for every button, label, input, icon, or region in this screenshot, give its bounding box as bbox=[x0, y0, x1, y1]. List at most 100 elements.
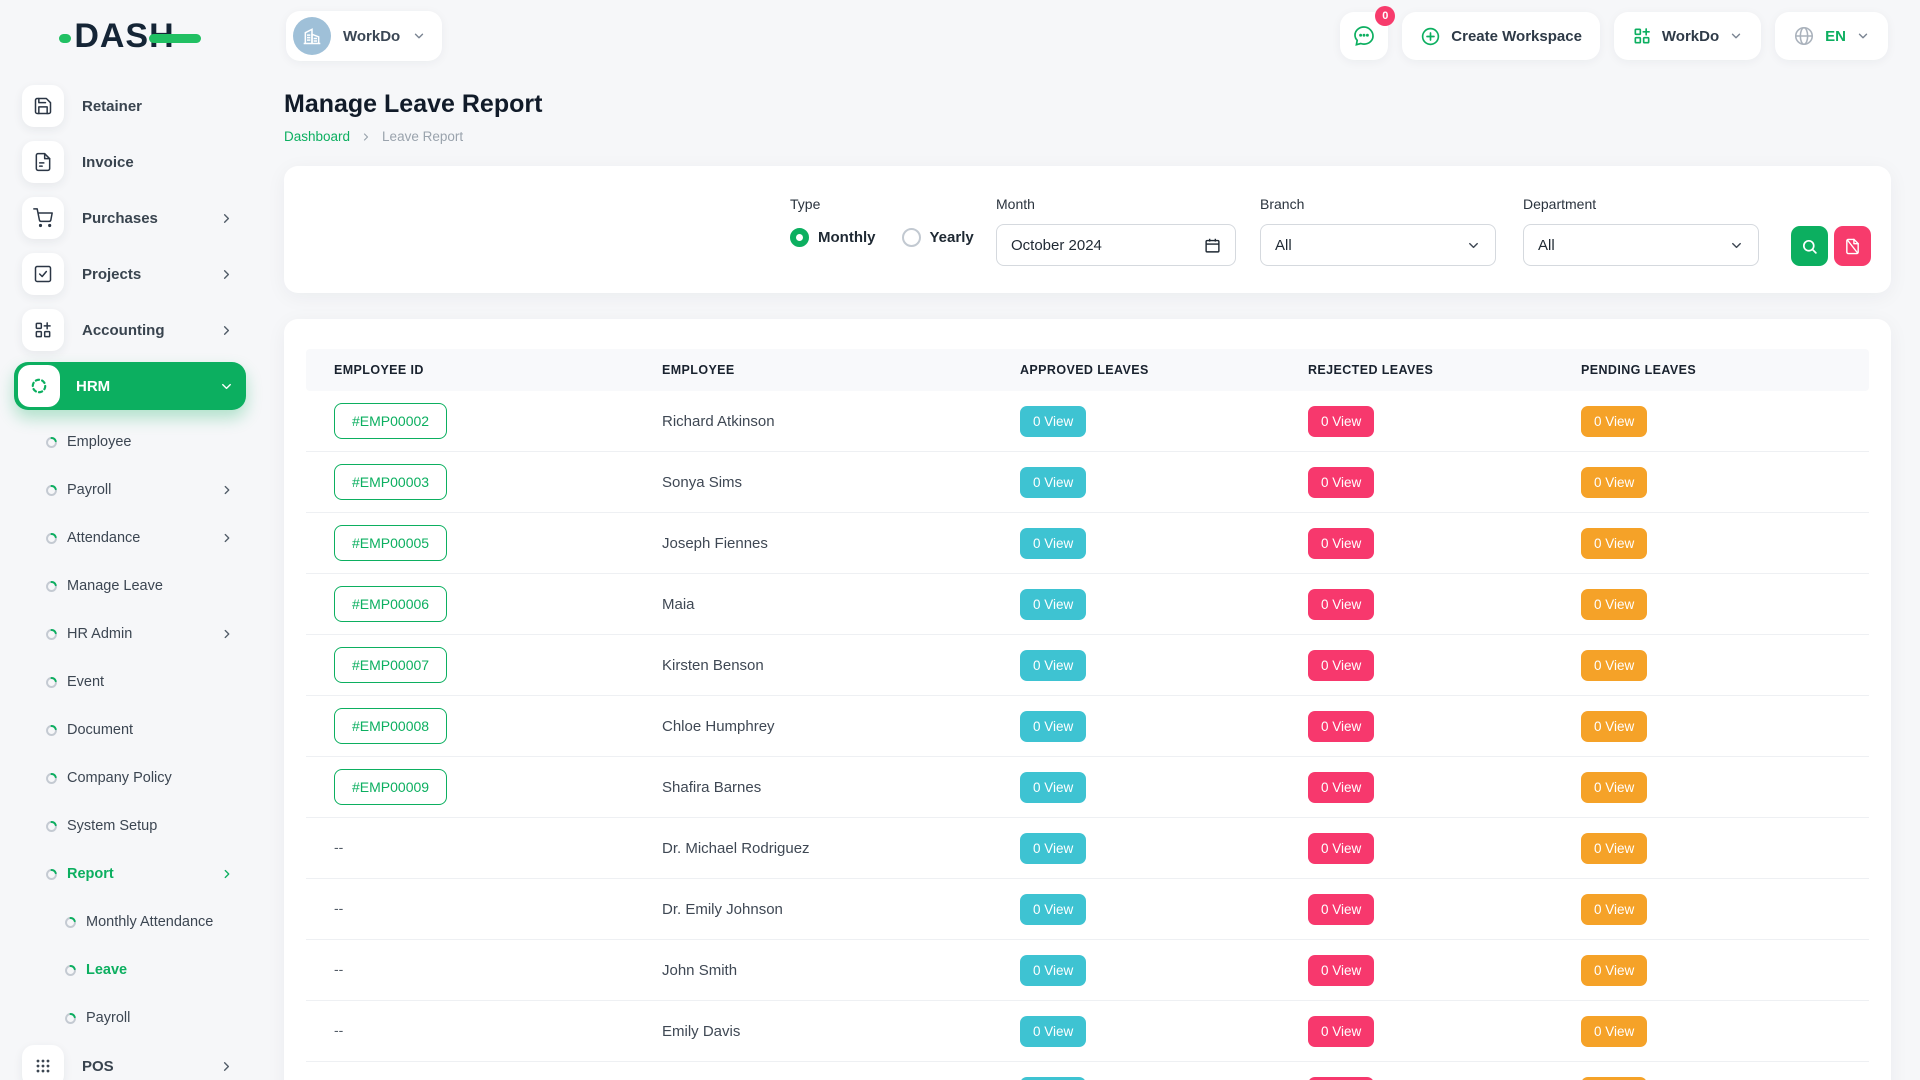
approved-leaves-badge[interactable]: 0 View bbox=[1020, 894, 1086, 925]
rejected-leaves-badge[interactable]: 0 View bbox=[1308, 711, 1374, 742]
sidebar-item-projects[interactable]: Projects bbox=[14, 250, 246, 298]
sidebar-subitem-leave[interactable]: Leave bbox=[0, 946, 260, 994]
employee-id-badge[interactable]: #EMP00006 bbox=[334, 586, 447, 622]
rejected-leaves-badge[interactable]: 0 View bbox=[1308, 1077, 1374, 1080]
employee-id-badge: -- bbox=[334, 839, 343, 855]
pending-leaves-badge[interactable]: 0 View bbox=[1581, 406, 1647, 437]
sidebar-subitem-manage-leave[interactable]: Manage Leave bbox=[0, 562, 260, 610]
create-workspace-label: Create Workspace bbox=[1451, 28, 1582, 45]
dash-logo[interactable]: DASH bbox=[0, 19, 260, 53]
approved-leaves-badge[interactable]: 0 View bbox=[1020, 650, 1086, 681]
approved-leaves-badge[interactable]: 0 View bbox=[1020, 772, 1086, 803]
employee-id-badge[interactable]: #EMP00005 bbox=[334, 525, 447, 561]
reset-button[interactable] bbox=[1834, 226, 1871, 266]
employee-id-badge: -- bbox=[334, 961, 343, 977]
rejected-leaves-badge[interactable]: 0 View bbox=[1308, 406, 1374, 437]
employee-name: Kirsten Benson bbox=[662, 657, 1020, 674]
employee-name: Maia bbox=[662, 596, 1020, 613]
rejected-leaves-badge[interactable]: 0 View bbox=[1308, 1016, 1374, 1047]
hrm-submenu: Employee Payroll Attendance Manage Leave… bbox=[0, 418, 260, 1042]
employee-id-badge[interactable]: #EMP00009 bbox=[334, 769, 447, 805]
approved-leaves-badge[interactable]: 0 View bbox=[1020, 1077, 1086, 1080]
workspace-selector[interactable]: WorkDo bbox=[286, 11, 442, 61]
sidebar-subitem-event[interactable]: Event bbox=[0, 658, 260, 706]
radio-yearly[interactable]: Yearly bbox=[902, 228, 974, 247]
table-row: #EMP00002 Richard Atkinson 0 View 0 View… bbox=[306, 391, 1869, 452]
pending-leaves-badge[interactable]: 0 View bbox=[1581, 1077, 1647, 1080]
department-label: Department bbox=[1523, 196, 1596, 212]
sidebar-subitem-hr-admin[interactable]: HR Admin bbox=[0, 610, 260, 658]
pending-leaves-badge[interactable]: 0 View bbox=[1581, 650, 1647, 681]
branch-label: Branch bbox=[1260, 196, 1304, 212]
approved-leaves-badge[interactable]: 0 View bbox=[1020, 833, 1086, 864]
rejected-leaves-badge[interactable]: 0 View bbox=[1308, 772, 1374, 803]
sidebar-item-accounting[interactable]: Accounting bbox=[14, 306, 246, 354]
rejected-leaves-badge[interactable]: 0 View bbox=[1308, 528, 1374, 559]
filter-card: Type Monthly Yearly Month October 2024 bbox=[284, 166, 1891, 293]
messages-button[interactable]: 0 bbox=[1340, 12, 1388, 60]
table-row: #EMP00005 Joseph Fiennes 0 View 0 View 0… bbox=[306, 513, 1869, 574]
sidebar-subitem-payroll[interactable]: Payroll bbox=[0, 466, 260, 514]
department-select[interactable]: All bbox=[1523, 224, 1759, 266]
bullet-icon bbox=[45, 868, 58, 881]
language-selector[interactable]: EN bbox=[1775, 12, 1888, 60]
approved-leaves-badge[interactable]: 0 View bbox=[1020, 1016, 1086, 1047]
rejected-leaves-badge[interactable]: 0 View bbox=[1308, 650, 1374, 681]
sidebar-subitem-company-policy[interactable]: Company Policy bbox=[0, 754, 260, 802]
table-row: -- Dr. Emily Johnson 0 View 0 View 0 Vie… bbox=[306, 879, 1869, 940]
sidebar-subitem-system-setup[interactable]: System Setup bbox=[0, 802, 260, 850]
pending-leaves-badge[interactable]: 0 View bbox=[1581, 589, 1647, 620]
sidebar-item-pos[interactable]: POS bbox=[14, 1042, 246, 1080]
rejected-leaves-badge[interactable]: 0 View bbox=[1308, 955, 1374, 986]
grid-plus-icon bbox=[22, 309, 64, 351]
sidebar-subitem-attendance[interactable]: Attendance bbox=[0, 514, 260, 562]
sidebar-subitem-employee[interactable]: Employee bbox=[0, 418, 260, 466]
search-icon bbox=[1801, 238, 1818, 255]
sidebar-subitem-report-payroll[interactable]: Payroll bbox=[0, 994, 260, 1042]
approved-leaves-badge[interactable]: 0 View bbox=[1020, 467, 1086, 498]
radio-monthly[interactable]: Monthly bbox=[790, 228, 876, 247]
main-content: Manage Leave Report Dashboard Leave Repo… bbox=[284, 72, 1891, 1080]
pending-leaves-badge[interactable]: 0 View bbox=[1581, 467, 1647, 498]
rejected-leaves-badge[interactable]: 0 View bbox=[1308, 833, 1374, 864]
rejected-leaves-badge[interactable]: 0 View bbox=[1308, 467, 1374, 498]
search-button[interactable] bbox=[1791, 226, 1828, 266]
sidebar-item-invoice[interactable]: Invoice bbox=[14, 138, 246, 186]
sidebar-item-hrm[interactable]: HRM bbox=[14, 362, 246, 410]
calendar-icon[interactable] bbox=[1204, 237, 1221, 254]
approved-leaves-badge[interactable]: 0 View bbox=[1020, 528, 1086, 559]
pending-leaves-badge[interactable]: 0 View bbox=[1581, 772, 1647, 803]
employee-id-badge[interactable]: #EMP00007 bbox=[334, 647, 447, 683]
create-workspace-button[interactable]: Create Workspace bbox=[1402, 12, 1600, 60]
approved-leaves-badge[interactable]: 0 View bbox=[1020, 955, 1086, 986]
branch-select[interactable]: All bbox=[1260, 224, 1496, 266]
employee-id-badge[interactable]: #EMP00002 bbox=[334, 403, 447, 439]
table-row: #EMP00006 Maia 0 View 0 View 0 View bbox=[306, 574, 1869, 635]
employee-id-badge[interactable]: #EMP00008 bbox=[334, 708, 447, 744]
sidebar-item-purchases[interactable]: Purchases bbox=[14, 194, 246, 242]
sidebar-subitem-report[interactable]: Report bbox=[0, 850, 260, 898]
leave-report-table-card: EMPLOYEE ID EMPLOYEE APPROVED LEAVES REJ… bbox=[284, 319, 1891, 1080]
chevron-down-icon bbox=[219, 379, 234, 394]
pending-leaves-badge[interactable]: 0 View bbox=[1581, 894, 1647, 925]
rejected-leaves-badge[interactable]: 0 View bbox=[1308, 894, 1374, 925]
employee-id-badge[interactable]: #EMP00003 bbox=[334, 464, 447, 500]
sidebar-subitem-monthly-attendance[interactable]: Monthly Attendance bbox=[0, 898, 260, 946]
table-row: #EMP00009 Shafira Barnes 0 View 0 View 0… bbox=[306, 757, 1869, 818]
pending-leaves-badge[interactable]: 0 View bbox=[1581, 833, 1647, 864]
pending-leaves-badge[interactable]: 0 View bbox=[1581, 1016, 1647, 1047]
approved-leaves-badge[interactable]: 0 View bbox=[1020, 406, 1086, 437]
month-input[interactable]: October 2024 bbox=[996, 224, 1236, 266]
pending-leaves-badge[interactable]: 0 View bbox=[1581, 955, 1647, 986]
workspace-switcher[interactable]: WorkDo bbox=[1614, 12, 1761, 60]
approved-leaves-badge[interactable]: 0 View bbox=[1020, 711, 1086, 742]
bullet-icon bbox=[64, 1012, 77, 1025]
breadcrumb-dashboard-link[interactable]: Dashboard bbox=[284, 129, 350, 144]
rejected-leaves-badge[interactable]: 0 View bbox=[1308, 589, 1374, 620]
pending-leaves-badge[interactable]: 0 View bbox=[1581, 528, 1647, 559]
pending-leaves-badge[interactable]: 0 View bbox=[1581, 711, 1647, 742]
sidebar-subitem-document[interactable]: Document bbox=[0, 706, 260, 754]
approved-leaves-badge[interactable]: 0 View bbox=[1020, 589, 1086, 620]
radio-yearly-dot bbox=[902, 228, 921, 247]
sidebar-item-retainer[interactable]: Retainer bbox=[14, 82, 246, 130]
